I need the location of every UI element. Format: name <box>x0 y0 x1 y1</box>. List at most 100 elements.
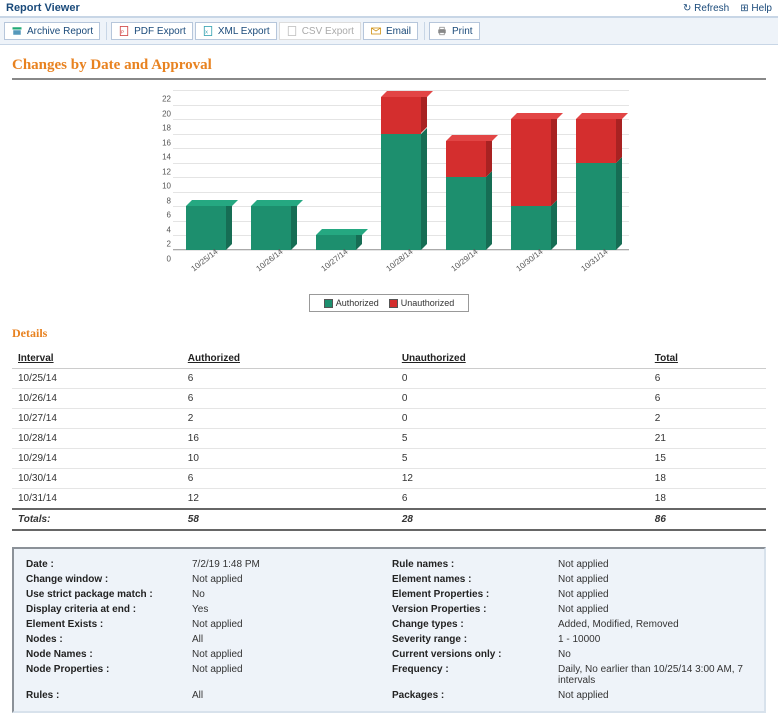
table-header-row: Interval Authorized Unauthorized Total <box>12 349 766 369</box>
table-row: 10/27/14202 <box>12 409 766 429</box>
bars <box>173 90 629 250</box>
y-tick: 16 <box>162 138 171 147</box>
table-row: 10/28/1416521 <box>12 429 766 449</box>
param-key: Node Properties : <box>26 664 186 686</box>
param-key: Rule names : <box>392 559 552 570</box>
table-row: 10/30/1461218 <box>12 469 766 489</box>
chart-area: 0246810121416182022 10/25/1410/26/1410/2… <box>149 90 629 270</box>
svg-text:P: P <box>121 29 124 34</box>
bar <box>511 119 551 250</box>
param-key: Node Names : <box>26 649 186 660</box>
y-tick: 8 <box>167 196 171 205</box>
csv-label: CSV Export <box>302 26 354 37</box>
bar <box>381 97 421 250</box>
legend-item-authorized: Authorized <box>324 298 379 308</box>
bar <box>251 206 291 250</box>
param-value: Yes <box>192 604 386 615</box>
email-label: Email <box>386 26 411 37</box>
app-title: Report Viewer <box>6 2 80 14</box>
param-value: Daily, No earlier than 10/25/14 3:00 AM,… <box>558 664 752 686</box>
param-value: Not applied <box>192 664 386 686</box>
bar <box>186 206 226 250</box>
table-row: 10/29/1410515 <box>12 449 766 469</box>
details-table: Interval Authorized Unauthorized Total 1… <box>12 349 766 531</box>
bar <box>576 119 616 250</box>
param-key: Packages : <box>392 690 552 701</box>
totals-row: Totals:582886 <box>12 509 766 530</box>
y-tick: 4 <box>167 225 171 234</box>
print-icon <box>436 25 448 37</box>
legend-label-unauthorized: Unauthorized <box>401 298 455 308</box>
y-tick: 18 <box>162 124 171 133</box>
param-key: Change window : <box>26 574 186 585</box>
x-axis: 10/25/1410/26/1410/27/1410/28/1410/29/14… <box>173 269 629 278</box>
pdf-export-button[interactable]: P PDF Export <box>111 22 193 40</box>
param-value: Not applied <box>558 604 752 615</box>
y-tick: 14 <box>162 153 171 162</box>
col-interval: Interval <box>12 349 182 369</box>
col-authorized: Authorized <box>182 349 396 369</box>
param-value: No <box>558 649 752 660</box>
col-total: Total <box>649 349 766 369</box>
param-value: All <box>192 634 386 645</box>
table-row: 10/25/14606 <box>12 369 766 389</box>
param-value: Not applied <box>192 574 386 585</box>
pdf-icon: P <box>118 25 130 37</box>
param-key: Use strict package match : <box>26 589 186 600</box>
y-tick: 10 <box>162 182 171 191</box>
email-button[interactable]: Email <box>363 22 418 40</box>
refresh-link[interactable]: ↻ Refresh <box>683 3 729 14</box>
param-value: Not applied <box>558 690 752 701</box>
print-button[interactable]: Print <box>429 22 480 40</box>
param-key: Frequency : <box>392 664 552 686</box>
param-value: 1 - 10000 <box>558 634 752 645</box>
chart: 0246810121416182022 10/25/1410/26/1410/2… <box>149 90 629 312</box>
legend-item-unauthorized: Unauthorized <box>389 298 455 308</box>
param-key: Element names : <box>392 574 552 585</box>
y-tick: 0 <box>167 255 171 264</box>
param-key: Date : <box>26 559 186 570</box>
svg-text:X: X <box>205 29 208 34</box>
param-key: Severity range : <box>392 634 552 645</box>
legend-label-authorized: Authorized <box>336 298 379 308</box>
topbar-right: ↻ Refresh ⊞ Help <box>675 2 772 14</box>
param-key: Nodes : <box>26 634 186 645</box>
toolbar-separator <box>106 22 107 40</box>
pdf-label: PDF Export <box>134 26 186 37</box>
toolbar: Archive Report P PDF Export X XML Export… <box>0 18 778 45</box>
legend-swatch-unauthorized <box>389 299 398 308</box>
y-tick: 20 <box>162 109 171 118</box>
archive-button[interactable]: Archive Report <box>4 22 100 40</box>
y-axis: 0246810121416182022 <box>149 90 173 250</box>
param-key: Element Properties : <box>392 589 552 600</box>
param-key: Version Properties : <box>392 604 552 615</box>
y-tick: 2 <box>167 240 171 249</box>
xml-export-button[interactable]: X XML Export <box>195 22 277 40</box>
report-title: Changes by Date and Approval <box>12 51 766 80</box>
y-tick: 6 <box>167 211 171 220</box>
col-unauthorized: Unauthorized <box>396 349 649 369</box>
csv-export-button: CSV Export <box>279 22 361 40</box>
param-value: Added, Modified, Removed <box>558 619 752 630</box>
param-value: Not applied <box>192 619 386 630</box>
archive-icon <box>11 25 23 37</box>
param-key: Rules : <box>26 690 186 701</box>
param-key: Change types : <box>392 619 552 630</box>
param-value: Not applied <box>192 649 386 660</box>
y-tick: 12 <box>162 167 171 176</box>
param-value: Not applied <box>558 559 752 570</box>
criteria-panel: Date :7/2/19 1:48 PMRule names :Not appl… <box>12 547 766 713</box>
param-value: Not applied <box>558 589 752 600</box>
table-row: 10/26/14606 <box>12 389 766 409</box>
xml-label: XML Export <box>218 26 270 37</box>
param-value: All <box>192 690 386 701</box>
email-icon <box>370 25 382 37</box>
legend: Authorized Unauthorized <box>309 294 469 312</box>
details-title: Details <box>12 326 766 341</box>
xml-icon: X <box>202 25 214 37</box>
table-row: 10/31/1412618 <box>12 489 766 510</box>
help-link[interactable]: ⊞ Help <box>740 3 772 14</box>
param-value: No <box>192 589 386 600</box>
legend-swatch-authorized <box>324 299 333 308</box>
param-value: Not applied <box>558 574 752 585</box>
